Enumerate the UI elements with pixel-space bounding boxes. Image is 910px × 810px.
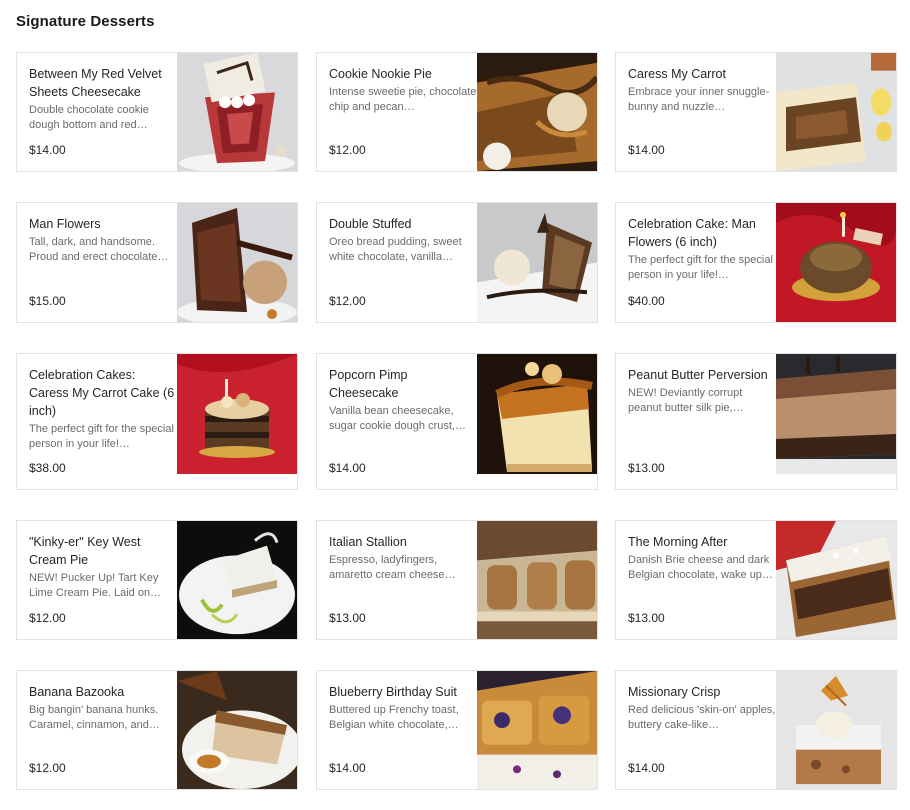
item-price: $15.00 (29, 294, 66, 308)
item-name: The Morning After (628, 535, 728, 549)
item-photo (477, 354, 597, 474)
menu-item-card[interactable]: Missionary Crisp Red delicious 'skin-on' … (615, 670, 897, 790)
menu-item-card[interactable]: Peanut Butter Perversion NEW! Deviantly c… (615, 353, 897, 490)
menu-item-card[interactable]: Celebration Cakes: Caress My Carrot Cake… (16, 353, 298, 490)
item-photo (776, 671, 896, 789)
item-price: $14.00 (329, 461, 366, 475)
menu-item-card[interactable]: "Kinky-er" Key West Cream Pie NEW! Pucker… (16, 520, 298, 640)
item-name: Cookie Nookie Pie (329, 67, 432, 81)
item-description: Double chocolate cookie dough bottom and… (29, 104, 149, 131)
item-description: Red delicious 'skin-on' apples, buttery … (628, 704, 776, 731)
item-description: Tall, dark, and handsome. Proud and erec… (29, 236, 169, 263)
item-description: Oreo bread pudding, sweet white chocolat… (329, 236, 462, 263)
item-description: Danish Brie cheese and dark Belgian choc… (628, 554, 773, 581)
menu-item-card[interactable]: Blueberry Birthday Suit Buttered up Frenc… (316, 670, 598, 790)
item-photo (177, 354, 297, 474)
item-name: Banana Bazooka (29, 685, 125, 699)
item-photo (776, 354, 896, 474)
item-price: $12.00 (329, 143, 366, 157)
item-price: $13.00 (329, 611, 366, 625)
item-photo (177, 53, 297, 171)
menu-item-card[interactable]: Popcorn Pimp Cheesecake Vanilla bean chee… (316, 353, 598, 490)
menu-item-card[interactable]: Italian Stallion Espresso, ladyfingers, a… (316, 520, 598, 640)
item-name: Double Stuffed (329, 217, 412, 231)
item-photo (776, 521, 896, 639)
item-price: $13.00 (628, 611, 665, 625)
item-price: $12.00 (29, 611, 66, 625)
menu-item-card[interactable]: Man Flowers Tall, dark, and handsome. Pro… (16, 202, 298, 323)
menu-item-card[interactable]: Celebration Cake: Man Flowers (6 inch) Th… (615, 202, 897, 323)
item-description: NEW! Pucker Up! Tart Key Lime Cream Pie.… (29, 572, 162, 599)
item-name: "Kinky-er" Key West Cream Pie (29, 535, 141, 567)
item-name: Italian Stallion (329, 535, 407, 549)
menu-item-card[interactable]: The Morning After Danish Brie cheese and … (615, 520, 897, 640)
item-name: Between My Red Velvet Sheets Cheesecake (29, 67, 162, 99)
item-description: NEW! Deviantly corrupt peanut butter sil… (628, 387, 744, 414)
item-price: $40.00 (628, 294, 665, 308)
item-photo (776, 53, 896, 171)
item-name: Peanut Butter Perversion (628, 368, 768, 382)
item-photo (177, 203, 297, 322)
item-price: $14.00 (628, 761, 665, 775)
item-price: $12.00 (29, 761, 66, 775)
section-title: Signature Desserts (16, 13, 155, 30)
item-photo (177, 521, 297, 639)
item-description: The perfect gift for the special person … (628, 254, 773, 281)
item-description: Big bangin' banana hunks. Caramel, cinna… (29, 704, 160, 731)
item-description: Buttered up Frenchy toast, Belgian white… (329, 704, 459, 731)
item-photo (177, 671, 297, 789)
item-photo (477, 53, 597, 171)
item-price: $14.00 (29, 143, 66, 157)
menu-item-card[interactable]: Caress My Carrot Embrace your inner snugg… (615, 52, 897, 172)
item-price: $14.00 (329, 761, 366, 775)
item-photo (477, 521, 597, 639)
menu-item-card[interactable]: Cookie Nookie Pie Intense sweetie pie, ch… (316, 52, 598, 172)
item-name: Celebration Cakes: Caress My Carrot Cake… (29, 368, 175, 418)
item-description: The perfect gift for the special person … (29, 423, 174, 450)
item-description: Intense sweetie pie, chocolate chip and … (329, 86, 477, 113)
item-name: Celebration Cake: Man Flowers (6 inch) (628, 217, 756, 249)
item-name: Missionary Crisp (628, 685, 721, 699)
item-name: Man Flowers (29, 217, 101, 231)
item-name: Caress My Carrot (628, 67, 726, 81)
item-name: Blueberry Birthday Suit (329, 685, 457, 699)
item-description: Embrace your inner snuggle-bunny and nuz… (628, 86, 770, 113)
item-price: $13.00 (628, 461, 665, 475)
menu-item-card[interactable]: Banana Bazooka Big bangin' banana hunks. … (16, 670, 298, 790)
item-price: $14.00 (628, 143, 665, 157)
item-photo (477, 203, 597, 322)
item-photo (477, 671, 597, 789)
item-price: $12.00 (329, 294, 366, 308)
item-photo (776, 203, 896, 322)
item-description: Vanilla bean cheesecake, sugar cookie do… (329, 405, 466, 432)
item-description: Espresso, ladyfingers, amaretto cream ch… (329, 554, 456, 581)
item-price: $38.00 (29, 461, 66, 475)
item-name: Popcorn Pimp Cheesecake (329, 368, 408, 400)
menu-item-card[interactable]: Double Stuffed Oreo bread pudding, sweet … (316, 202, 598, 323)
menu-item-card[interactable]: Between My Red Velvet Sheets Cheesecake D… (16, 52, 298, 172)
